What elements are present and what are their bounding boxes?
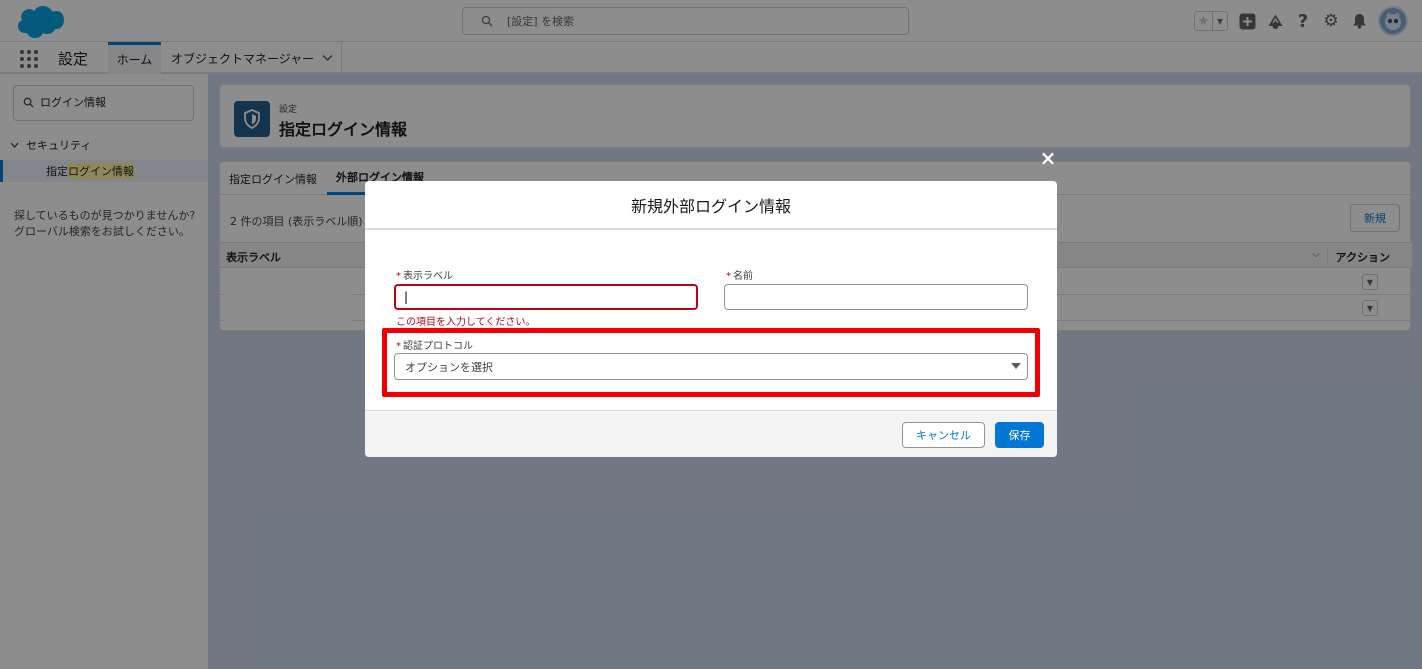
label-field-error: この項目を入力してください。 xyxy=(396,317,536,328)
modal-body: *表示ラベル この項目を入力してください。 *名前 *認証プロトコル オプション… xyxy=(365,230,1057,410)
required-asterisk: * xyxy=(726,271,731,282)
modal-title: 新規外部ログイン情報 xyxy=(630,196,791,216)
label-field-label: * 表示ラベル xyxy=(396,267,453,282)
required-asterisk: * xyxy=(396,341,401,352)
new-external-credential-modal: 新規外部ログイン情報 *表示ラベル この項目を入力してください。 *名前 *認証… xyxy=(365,181,1057,457)
label-input[interactable] xyxy=(394,284,698,310)
select-placeholder: オプションを選択 xyxy=(405,360,493,374)
modal-header: 新規外部ログイン情報 xyxy=(365,181,1057,230)
protocol-field-label: * 認証プロトコル xyxy=(396,337,473,352)
name-field-label-text: 名前 xyxy=(733,271,753,282)
required-asterisk: * xyxy=(396,271,401,282)
label-field-label-text: 表示ラベル xyxy=(403,271,453,282)
modal-footer: キャンセル 保存 xyxy=(365,410,1057,457)
cancel-button[interactable]: キャンセル xyxy=(902,422,985,448)
dropdown-caret-icon xyxy=(1011,363,1021,369)
protocol-field-label-text: 認証プロトコル xyxy=(403,341,473,352)
save-button[interactable]: 保存 xyxy=(995,422,1044,448)
name-field-label: * 名前 xyxy=(726,267,753,282)
close-icon[interactable]: × xyxy=(1037,146,1059,170)
name-input[interactable] xyxy=(724,284,1028,310)
authentication-protocol-select[interactable]: オプションを選択 xyxy=(394,353,1028,380)
